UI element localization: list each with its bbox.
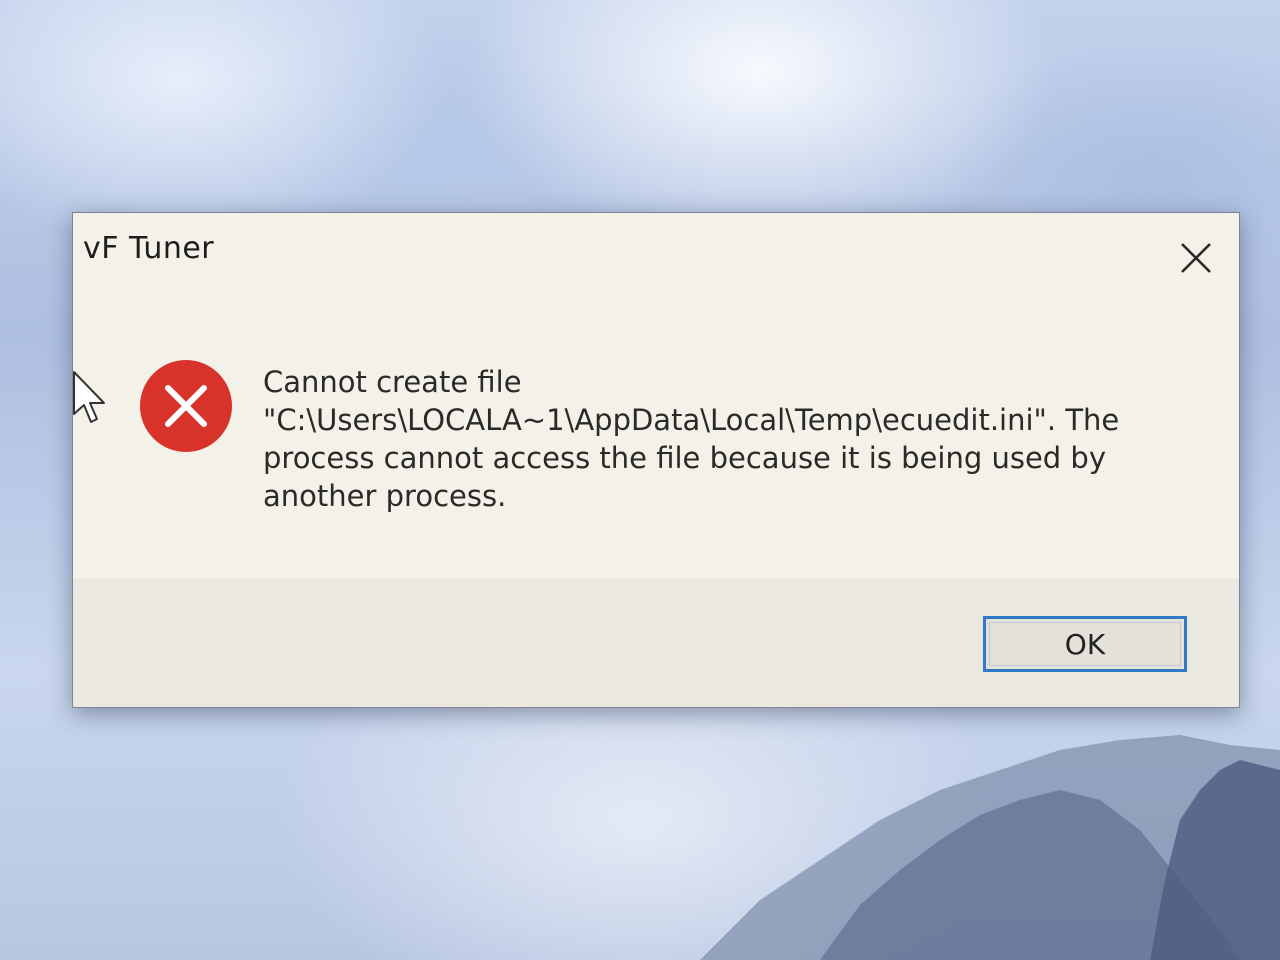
message-line-2: "C:\Users\LOCALA~1\AppData\Local\Temp\ec… (263, 403, 1120, 437)
message-line-4: another process. (263, 479, 507, 513)
error-dialog: vF Tuner Cannot create file "C:\Users\LO… (72, 212, 1240, 708)
mouse-cursor-icon (73, 371, 105, 423)
error-icon (140, 360, 232, 452)
ok-button-label: OK (1064, 627, 1106, 661)
message-line-1: Cannot create file (263, 365, 522, 399)
ok-button[interactable]: OK (983, 616, 1187, 672)
message-line-3: process cannot access the file because i… (263, 441, 1106, 475)
close-button[interactable] (1173, 235, 1219, 281)
dialog-title: vF Tuner (83, 231, 215, 266)
error-message: Cannot create file "C:\Users\LOCALA~1\Ap… (263, 363, 1183, 515)
close-icon (1181, 243, 1211, 273)
